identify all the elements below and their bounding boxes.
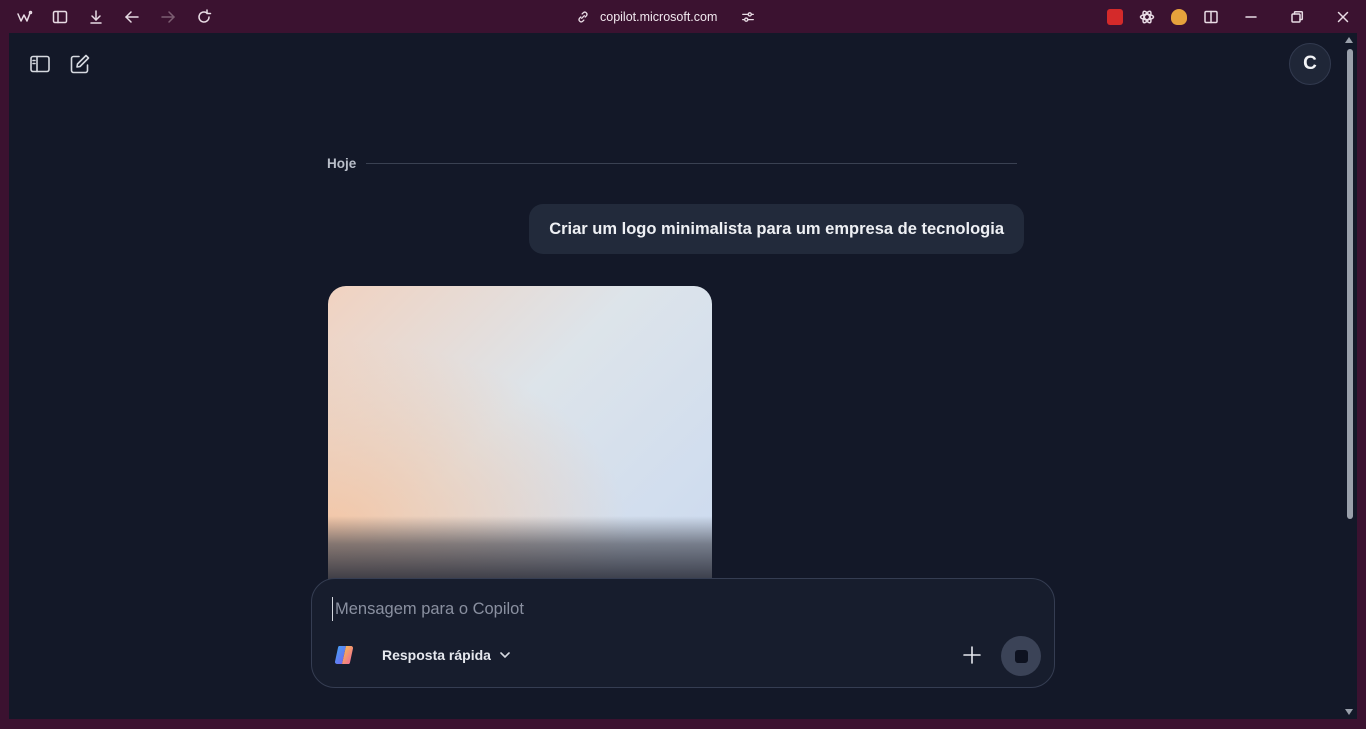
response-mode-select[interactable]: Resposta rápida: [382, 645, 511, 665]
generated-image-placeholder[interactable]: [328, 286, 712, 586]
day-divider: Hoje: [327, 153, 1017, 173]
user-message-text: Criar um logo minimalista para um empres…: [549, 219, 1004, 238]
page-scrollbar[interactable]: [1342, 33, 1357, 719]
link-icon: [578, 11, 588, 23]
sidebar-toggle-button[interactable]: [26, 50, 54, 78]
restore-icon[interactable]: [1288, 8, 1306, 26]
scroll-down-icon[interactable]: [1345, 709, 1353, 715]
compose-icon: [70, 54, 90, 74]
day-label: Hoje: [327, 155, 357, 171]
stop-icon: [1014, 649, 1028, 663]
split-view-icon[interactable]: [1202, 8, 1220, 26]
user-avatar[interactable]: C: [1289, 43, 1331, 85]
url-text[interactable]: copilot.microsoft.com: [600, 10, 717, 24]
extension-cat-icon[interactable]: [1171, 9, 1187, 25]
address-bar[interactable]: copilot.microsoft.com: [576, 7, 755, 27]
avatar-initial: C: [1303, 53, 1317, 74]
close-icon[interactable]: [1334, 8, 1352, 26]
extension-red-icon[interactable]: [1107, 9, 1123, 25]
wave-logo-icon[interactable]: [16, 8, 34, 26]
copilot-logo-icon: [334, 645, 354, 665]
download-icon[interactable]: [87, 8, 105, 26]
stop-generation-button[interactable]: [1001, 636, 1041, 676]
divider-line: [366, 162, 1017, 164]
reload-icon[interactable]: [195, 8, 213, 26]
message-composer: Resposta rápida: [311, 578, 1055, 688]
attach-button[interactable]: [958, 641, 986, 669]
sidebar-panel-icon: [30, 55, 50, 73]
message-input[interactable]: [332, 597, 932, 621]
scroll-up-icon[interactable]: [1345, 37, 1353, 43]
image-fade-overlay: [328, 516, 712, 586]
chevron-down-icon: [500, 652, 510, 659]
scroll-thumb[interactable]: [1347, 49, 1353, 519]
plus-icon: [963, 646, 981, 664]
extension-atom-icon[interactable]: [1138, 8, 1156, 26]
window-bottom-edge: [0, 719, 1366, 729]
user-message-bubble: Criar um logo minimalista para um empres…: [529, 204, 1024, 254]
browser-titlebar: copilot.microsoft.com: [0, 0, 1366, 33]
arrow-right-icon[interactable]: [159, 8, 177, 26]
sliders-icon[interactable]: [741, 10, 755, 24]
minimize-icon[interactable]: [1242, 8, 1260, 26]
sidebar-icon[interactable]: [51, 8, 69, 26]
new-chat-button[interactable]: [66, 50, 94, 78]
page-viewport: C Hoje Criar um logo minimalista para um…: [9, 33, 1342, 719]
response-mode-label: Resposta rápida: [382, 647, 491, 663]
arrow-left-icon[interactable]: [123, 8, 141, 26]
